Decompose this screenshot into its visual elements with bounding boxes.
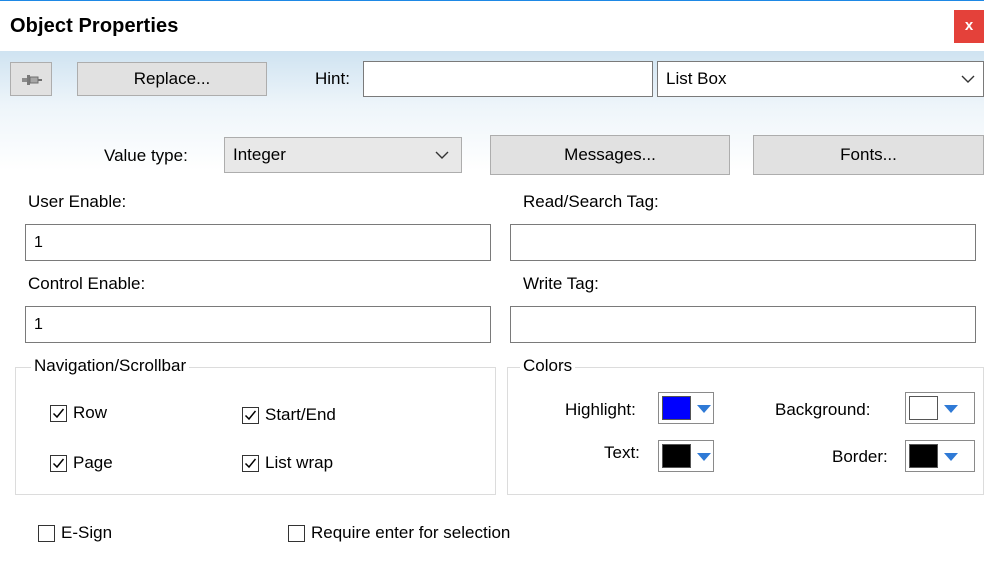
value-type-label: Value type: xyxy=(104,146,188,165)
fonts-button[interactable]: Fonts... xyxy=(753,135,984,175)
text-color-label: Text: xyxy=(604,443,640,462)
e-sign-label: E-Sign xyxy=(61,523,113,542)
page-label: Page xyxy=(73,453,113,472)
user-enable-label: User Enable: xyxy=(28,192,127,211)
replace-button[interactable]: Replace... xyxy=(77,62,267,96)
e-sign-checkbox[interactable]: E-Sign xyxy=(38,523,112,543)
highlight-label: Highlight: xyxy=(565,400,636,419)
background-color-picker[interactable] xyxy=(905,392,975,424)
control-enable-label: Control Enable: xyxy=(28,274,146,293)
checkmark-icon xyxy=(244,458,257,468)
require-enter-checkbox[interactable]: Require enter for selection xyxy=(288,523,510,543)
require-enter-label: Require enter for selection xyxy=(311,523,511,542)
colors-title: Colors xyxy=(520,356,576,376)
value-type-select[interactable]: Integer xyxy=(224,137,462,173)
navigation-scrollbar-title: Navigation/Scrollbar xyxy=(31,356,190,376)
text-color-swatch xyxy=(662,444,691,468)
checkbox-box xyxy=(242,406,259,424)
write-tag-label: Write Tag: xyxy=(523,274,599,293)
dialog-body: Replace... Hint: List Box Value type: In… xyxy=(0,51,984,570)
hint-input[interactable] xyxy=(363,61,653,97)
list-wrap-label: List wrap xyxy=(265,453,334,472)
colors-group xyxy=(507,367,984,495)
object-type-value: List Box xyxy=(666,69,727,88)
messages-button[interactable]: Messages... xyxy=(490,135,730,175)
checkbox-box xyxy=(242,454,259,472)
start-end-checkbox[interactable]: Start/End xyxy=(242,405,336,425)
highlight-color-picker[interactable] xyxy=(658,392,714,424)
dropdown-arrow-icon xyxy=(697,405,711,413)
user-enable-input[interactable] xyxy=(25,224,491,261)
list-wrap-checkbox[interactable]: List wrap xyxy=(242,453,333,473)
checkbox-box xyxy=(50,404,67,422)
chevron-down-icon xyxy=(435,138,449,184)
highlight-color-swatch xyxy=(662,396,691,420)
checkbox-box xyxy=(38,524,55,542)
write-tag-input[interactable] xyxy=(510,306,976,343)
hint-label: Hint: xyxy=(315,69,350,88)
dropdown-arrow-icon xyxy=(697,453,711,461)
object-properties-window: Object Properties x Replace... Hint: Lis… xyxy=(0,0,984,570)
row-checkbox[interactable]: Row xyxy=(50,403,107,423)
row-label: Row xyxy=(73,403,108,422)
dropdown-arrow-icon xyxy=(944,453,958,461)
value-type-value: Integer xyxy=(233,145,286,164)
background-color-swatch xyxy=(909,396,938,420)
pushpin-icon xyxy=(21,72,43,92)
checkmark-icon xyxy=(244,410,257,420)
page-checkbox[interactable]: Page xyxy=(50,453,113,473)
border-color-swatch xyxy=(909,444,938,468)
chevron-down-icon xyxy=(961,62,975,108)
checkbox-box xyxy=(50,454,67,472)
read-search-tag-label: Read/Search Tag: xyxy=(523,192,659,211)
read-search-tag-input[interactable] xyxy=(510,224,976,261)
close-button[interactable]: x xyxy=(954,10,984,43)
background-label: Background: xyxy=(775,400,871,419)
border-color-label: Border: xyxy=(832,447,888,466)
control-enable-input[interactable] xyxy=(25,306,491,343)
navigation-scrollbar-group xyxy=(15,367,496,495)
start-end-label: Start/End xyxy=(265,405,336,424)
border-color-picker[interactable] xyxy=(905,440,975,472)
object-type-select[interactable]: List Box xyxy=(657,61,984,97)
title-bar: Object Properties x xyxy=(0,1,984,51)
text-color-picker[interactable] xyxy=(658,440,714,472)
pin-button[interactable] xyxy=(10,62,52,96)
checkbox-box xyxy=(288,524,305,542)
window-title: Object Properties xyxy=(10,15,179,37)
checkmark-icon xyxy=(52,458,65,468)
dropdown-arrow-icon xyxy=(944,405,958,413)
checkmark-icon xyxy=(52,408,65,418)
